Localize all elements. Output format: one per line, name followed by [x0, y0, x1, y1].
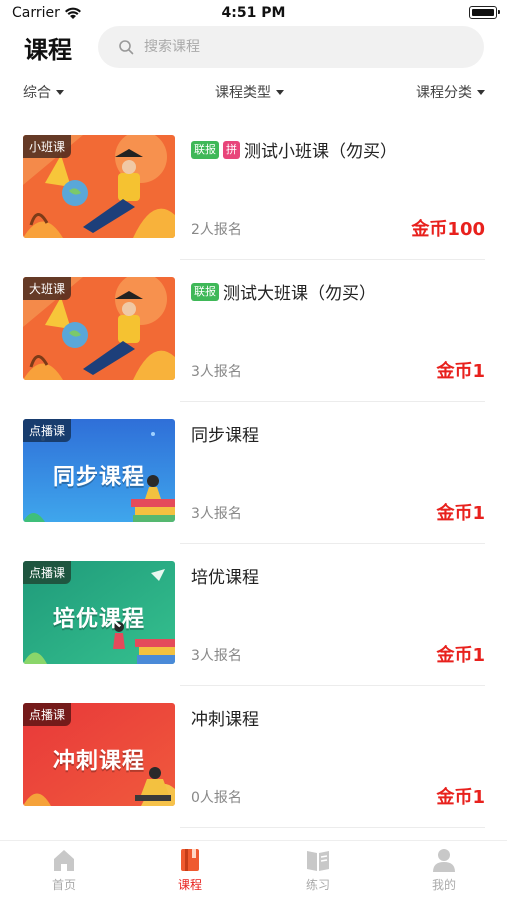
course-type-tag: 点播课: [23, 419, 72, 442]
enroll-count: 0人报名: [191, 790, 242, 806]
course-title-row: 培优课程: [191, 563, 259, 588]
course-item[interactable]: 小班课 联报 拼 测试小班课（勿买） 2人报名 金币100: [0, 118, 507, 260]
course-thumbnail: 冲刺课程 点播课: [23, 703, 175, 806]
course-thumbnail: 培优课程 点播课: [23, 561, 175, 664]
course-title: 同步课程: [191, 426, 259, 446]
tab-label: 练习: [305, 878, 330, 892]
filter-sort-dropdown[interactable]: 综合: [23, 82, 64, 102]
enroll-count: 3人报名: [191, 364, 242, 380]
tab-label: 首页: [51, 878, 76, 892]
course-price: 金币1: [436, 503, 485, 524]
battery-icon: [469, 6, 500, 19]
course-item[interactable]: 同步课程 点播课 同步课程 3人报名 金币1: [0, 402, 507, 544]
tab-label: 我的: [431, 878, 456, 892]
course-type-tag: 点播课: [23, 703, 72, 726]
joint-enroll-badge: 联报: [191, 282, 219, 301]
course-list: 小班课 联报 拼 测试小班课（勿买） 2人报名 金币100 大班课 联报 测试大…: [0, 118, 507, 828]
filter-course-category-dropdown[interactable]: 课程分类: [416, 82, 485, 102]
thumbnail-caption: 培优课程: [52, 607, 145, 632]
tab-courses[interactable]: 课程: [150, 847, 230, 893]
group-buy-badge: 拼: [223, 140, 240, 159]
tab-practice[interactable]: 练习: [278, 847, 358, 893]
course-title-row: 联报 测试大班课（勿买）: [191, 279, 376, 304]
status-time: 4:51 PM: [221, 5, 286, 21]
course-thumbnail: 同步课程 点播课: [23, 419, 175, 522]
course-title: 测试小班课（勿买）: [244, 142, 397, 162]
bottom-tab-bar: 首页 课程 练习 我的: [0, 840, 507, 900]
course-title: 冲刺课程: [191, 710, 259, 730]
enroll-count: 3人报名: [191, 648, 242, 664]
course-type-tag: 小班课: [23, 135, 72, 158]
course-price: 金币1: [436, 361, 485, 382]
filter-label: 课程类型: [215, 85, 271, 101]
tab-label: 课程: [177, 878, 202, 892]
caret-down-icon: [276, 89, 284, 95]
course-item[interactable]: 冲刺课程 点播课 冲刺课程 0人报名 金币1: [0, 686, 507, 828]
course-price: 金币1: [436, 787, 485, 808]
filter-label: 课程分类: [416, 85, 472, 101]
status-bar: Carrier 4:51 PM: [0, 0, 507, 26]
caret-down-icon: [56, 89, 64, 95]
divider: [180, 827, 485, 828]
tab-mine[interactable]: 我的: [404, 847, 484, 893]
course-item[interactable]: 大班课 联报 测试大班课（勿买） 3人报名 金币1: [0, 260, 507, 402]
course-title-row: 同步课程: [191, 421, 259, 446]
search-icon: [118, 39, 134, 55]
course-title: 测试大班课（勿买）: [223, 284, 376, 304]
search-input[interactable]: [144, 39, 444, 55]
filter-label: 综合: [23, 85, 51, 101]
thumbnail-caption: 冲刺课程: [52, 749, 145, 774]
filter-course-type-dropdown[interactable]: 课程类型: [215, 82, 284, 102]
tab-home[interactable]: 首页: [24, 847, 104, 893]
course-book-icon: [177, 847, 203, 873]
joint-enroll-badge: 联报: [191, 140, 219, 159]
filter-bar: 综合 课程类型 课程分类: [0, 80, 507, 104]
course-type-tag: 点播课: [23, 561, 72, 584]
home-icon: [51, 847, 77, 873]
caret-down-icon: [477, 89, 485, 95]
course-price: 金币100: [411, 219, 485, 240]
enroll-count: 3人报名: [191, 506, 242, 522]
thumbnail-caption: 同步课程: [52, 465, 145, 490]
page-title: 课程: [24, 36, 72, 64]
course-item[interactable]: 培优课程 点播课 培优课程 3人报名 金币1: [0, 544, 507, 686]
course-title: 培优课程: [191, 568, 259, 588]
course-price: 金币1: [436, 645, 485, 666]
course-type-tag: 大班课: [23, 277, 72, 300]
search-bar[interactable]: [98, 26, 484, 68]
course-thumbnail: 大班课: [23, 277, 175, 380]
course-title-row: 冲刺课程: [191, 705, 259, 730]
user-icon: [431, 847, 457, 873]
header: 课程: [0, 26, 507, 70]
enroll-count: 2人报名: [191, 222, 242, 238]
course-thumbnail: 小班课: [23, 135, 175, 238]
course-title-row: 联报 拼 测试小班课（勿买）: [191, 137, 397, 162]
practice-book-icon: [305, 847, 331, 873]
